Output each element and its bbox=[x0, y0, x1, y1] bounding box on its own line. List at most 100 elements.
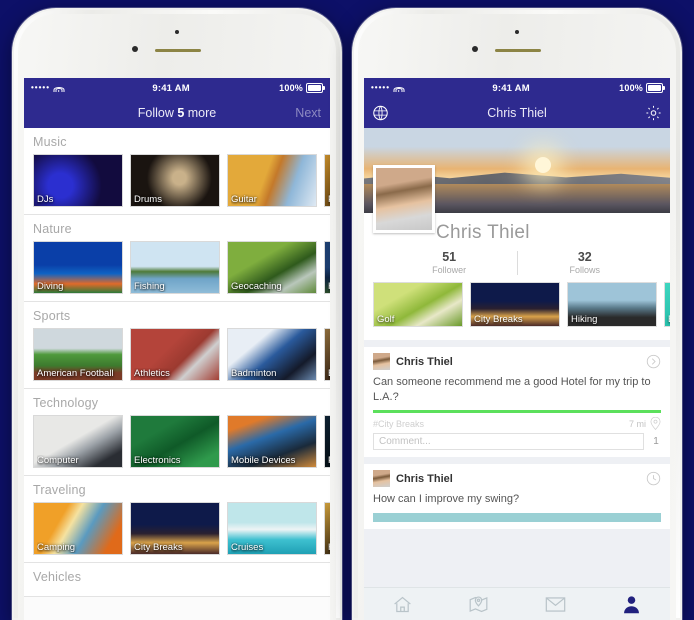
post-header: Chris Thiel bbox=[373, 470, 661, 488]
category-section: Music DJs Drums Guitar P bbox=[24, 128, 330, 215]
category-tile[interactable]: Computer bbox=[33, 415, 123, 468]
category-tile-label: Geocaching bbox=[231, 281, 282, 292]
category-tile[interactable]: Ba bbox=[324, 328, 330, 381]
post-avatar[interactable] bbox=[373, 470, 390, 488]
tab-profile-person[interactable] bbox=[594, 594, 671, 615]
category-tile-row[interactable]: Computer Electronics Mobile Devices P bbox=[24, 415, 330, 468]
profile-scroll-area[interactable]: Chris Thiel 51 Follower 32 Follows Golf C… bbox=[364, 128, 670, 620]
comment-input[interactable]: Comment... bbox=[373, 433, 644, 451]
category-tile[interactable]: Electronics bbox=[130, 415, 220, 468]
category-tile[interactable]: American Football bbox=[33, 328, 123, 381]
category-tile-label: Badminton bbox=[231, 368, 277, 379]
interest-tiles-row[interactable]: Golf City Breaks Hiking B bbox=[364, 279, 670, 334]
post-feed: Chris Thiel Can someone recommend me a go… bbox=[364, 347, 670, 529]
category-tile[interactable]: Cruises bbox=[227, 502, 317, 555]
category-tile-label: Camping bbox=[37, 542, 76, 553]
status-left-group: ••••• bbox=[371, 83, 405, 92]
follow-prefix: Follow bbox=[137, 106, 178, 120]
category-tile-label: Electronics bbox=[134, 455, 181, 466]
right-navbar: Chris Thiel bbox=[364, 98, 670, 128]
category-tile-label: Computer bbox=[37, 455, 79, 466]
category-tile[interactable]: DJs bbox=[33, 154, 123, 207]
category-tile[interactable]: Camping bbox=[33, 502, 123, 555]
post-distance-group: 7 mi bbox=[629, 417, 661, 431]
category-list[interactable]: Music DJs Drums Guitar P Nature Diving Fishing G… bbox=[24, 128, 330, 620]
follower-count: 51 bbox=[442, 250, 457, 264]
category-tile[interactable]: Badminton bbox=[227, 328, 317, 381]
status-time: 9:41 AM bbox=[152, 82, 190, 94]
globe-icon[interactable] bbox=[372, 105, 389, 122]
tab-map-pin[interactable] bbox=[441, 594, 518, 615]
category-tile[interactable]: Hi bbox=[324, 241, 330, 294]
category-tile-label: American Football bbox=[37, 368, 114, 379]
post-hashtag[interactable]: #City Breaks bbox=[373, 419, 424, 429]
category-tile[interactable]: City Breaks bbox=[130, 502, 220, 555]
category-tile-row[interactable]: DJs Drums Guitar P bbox=[24, 154, 330, 207]
category-section-title: Technology bbox=[33, 396, 99, 410]
next-button[interactable]: Next bbox=[295, 106, 321, 120]
category-tile-label: DJs bbox=[37, 194, 54, 205]
post-header: Chris Thiel bbox=[373, 353, 661, 370]
category-tile[interactable]: P bbox=[324, 154, 330, 207]
category-tile[interactable]: Athletics bbox=[130, 328, 220, 381]
battery-icon bbox=[645, 83, 665, 93]
post-card[interactable]: Chris Thiel Can someone recommend me a go… bbox=[364, 347, 670, 458]
category-tile-label: Diving bbox=[37, 281, 64, 292]
category-tile-label: Fishing bbox=[134, 281, 165, 292]
category-tile-label: P bbox=[328, 194, 330, 205]
interest-tile[interactable]: Hiking bbox=[567, 282, 657, 327]
category-section-title: Nature bbox=[33, 222, 72, 236]
category-tile[interactable]: Mobile Devices bbox=[227, 415, 317, 468]
category-tile[interactable]: H bbox=[324, 502, 330, 555]
proximity-sensor-icon bbox=[472, 46, 478, 52]
status-right-group: 100% bbox=[619, 83, 665, 93]
chevron-right-circle-icon[interactable] bbox=[646, 354, 661, 369]
map-pin-icon bbox=[468, 594, 489, 615]
category-tile[interactable]: Fishing bbox=[130, 241, 220, 294]
bottom-tab-bar[interactable] bbox=[364, 587, 670, 620]
category-tile[interactable]: Drums bbox=[130, 154, 220, 207]
right-iphone-device: ••••• 9:41 AM 100% Chris Thiel Chris Thi… bbox=[352, 8, 682, 620]
follows-label: Follows bbox=[569, 265, 601, 275]
interest-tile-label: B bbox=[668, 314, 670, 325]
interest-tile[interactable]: B bbox=[664, 282, 670, 327]
follow-more-title: Follow 5 more bbox=[138, 106, 217, 120]
comment-row: Comment... 1 bbox=[373, 433, 661, 451]
category-tile[interactable]: Diving bbox=[33, 241, 123, 294]
avatar[interactable] bbox=[373, 165, 435, 233]
follows-stat[interactable]: 32 Follows bbox=[518, 250, 653, 275]
battery-icon bbox=[305, 83, 325, 93]
comment-count: 1 bbox=[653, 436, 659, 448]
category-tile[interactable]: Guitar bbox=[227, 154, 317, 207]
category-tile[interactable]: Geocaching bbox=[227, 241, 317, 294]
post-avatar[interactable] bbox=[373, 353, 390, 370]
category-tile-label: Guitar bbox=[231, 194, 257, 205]
follow-suffix: more bbox=[184, 106, 217, 120]
category-section: Nature Diving Fishing Geocaching Hi bbox=[24, 215, 330, 302]
post-meta: #City Breaks 7 mi bbox=[373, 413, 661, 433]
wifi-icon bbox=[393, 84, 405, 92]
category-tile-row[interactable]: American Football Athletics Badminton Ba bbox=[24, 328, 330, 381]
interest-tile-label: City Breaks bbox=[474, 314, 523, 325]
tab-envelope[interactable] bbox=[517, 596, 594, 613]
post-card[interactable]: Chris Thiel How can I improve my swing? bbox=[364, 464, 670, 529]
interest-tile[interactable]: City Breaks bbox=[470, 282, 560, 327]
signal-dots-icon: ••••• bbox=[371, 83, 391, 92]
clock-icon[interactable] bbox=[646, 471, 661, 486]
category-tile-label: Mobile Devices bbox=[231, 455, 296, 466]
category-section: Traveling Camping City Breaks Cruises H bbox=[24, 476, 330, 563]
category-tile-row[interactable]: Diving Fishing Geocaching Hi bbox=[24, 241, 330, 294]
home-icon bbox=[392, 594, 413, 615]
tab-home[interactable] bbox=[364, 594, 441, 615]
interest-tile[interactable]: Golf bbox=[373, 282, 463, 327]
category-section-title: Vehicles bbox=[33, 570, 82, 584]
status-bar-left: ••••• 9:41 AM 100% bbox=[24, 78, 330, 98]
profile-card: Chris Thiel 51 Follower 32 Follows Golf C… bbox=[364, 165, 670, 340]
profile-person-icon bbox=[621, 594, 642, 615]
gear-icon[interactable] bbox=[645, 105, 662, 122]
category-tile-row[interactable]: Camping City Breaks Cruises H bbox=[24, 502, 330, 555]
category-section-title: Traveling bbox=[33, 483, 86, 497]
follower-stat[interactable]: 51 Follower bbox=[382, 250, 517, 275]
category-tile[interactable]: P bbox=[324, 415, 330, 468]
earpiece-speaker bbox=[495, 49, 541, 52]
